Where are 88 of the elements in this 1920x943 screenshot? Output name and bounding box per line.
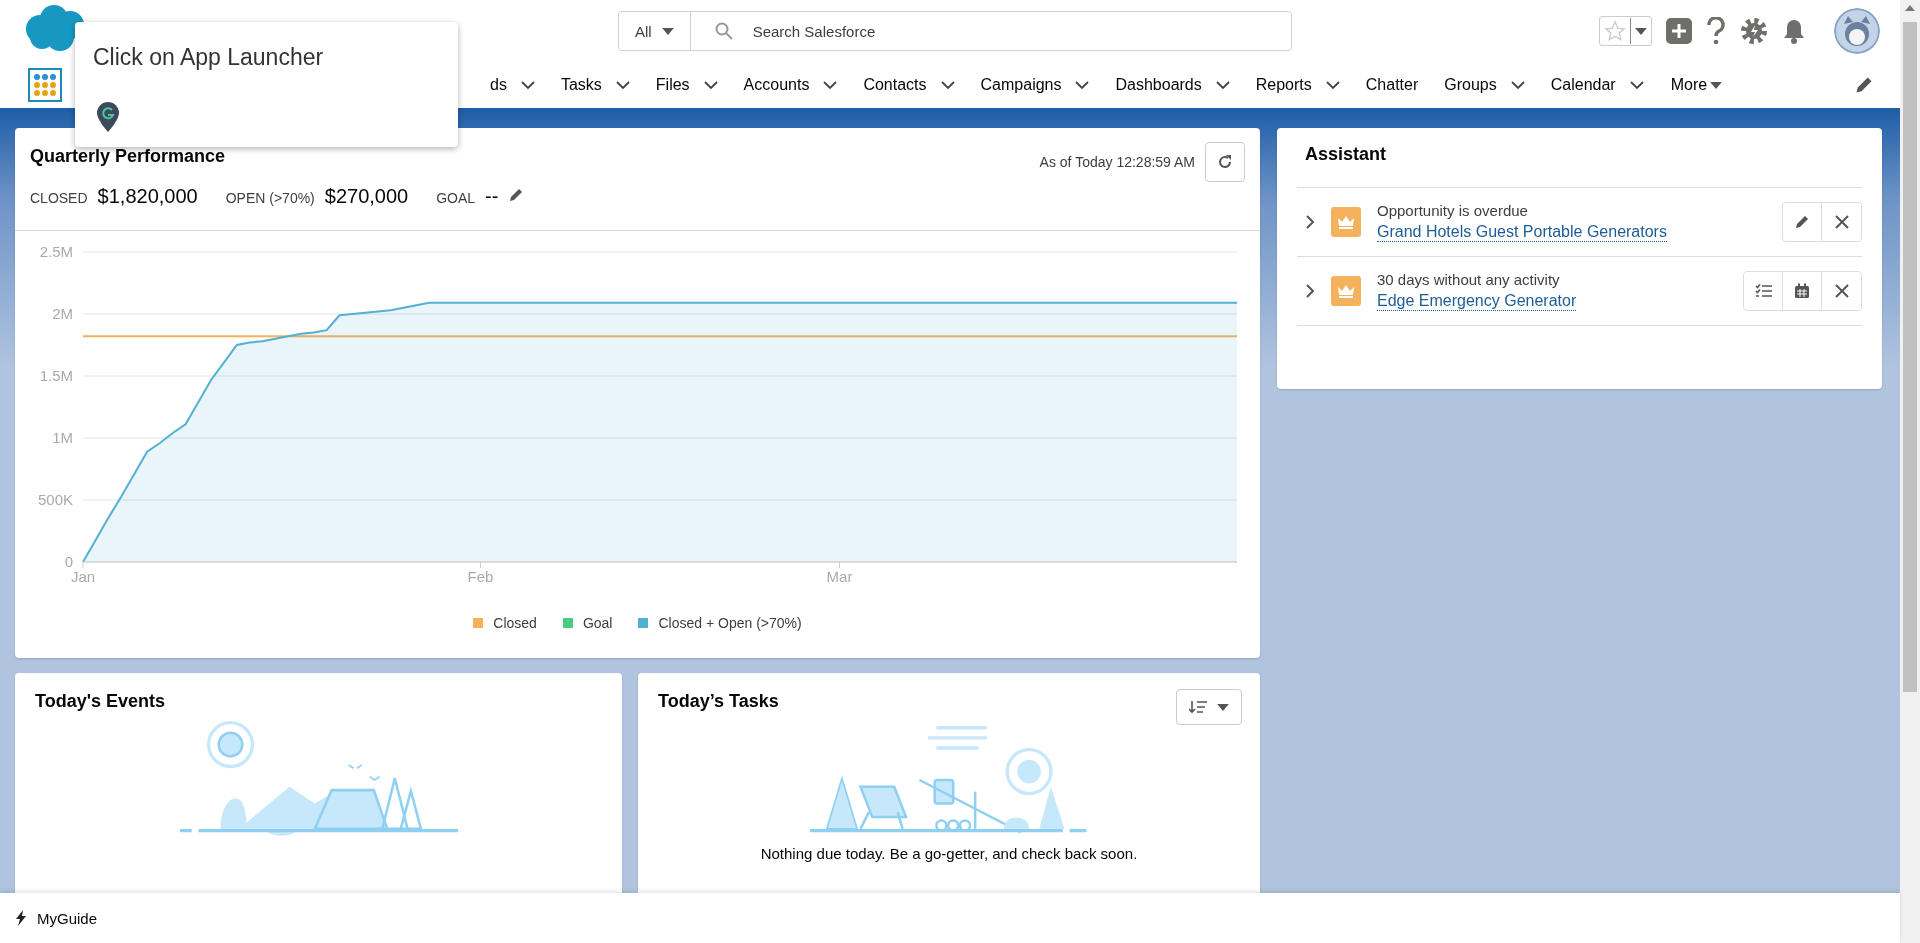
chevron-down-icon[interactable] bbox=[823, 80, 838, 90]
lightning-icon bbox=[15, 910, 27, 926]
refresh-button[interactable] bbox=[1205, 142, 1245, 182]
opportunity-link[interactable]: Grand Hotels Guest Portable Generators bbox=[1377, 223, 1667, 242]
nav-tab[interactable]: Dashboards bbox=[1102, 76, 1243, 94]
chevron-down-icon[interactable] bbox=[1075, 80, 1090, 90]
chevron-down-icon[interactable] bbox=[615, 80, 630, 90]
sort-icon bbox=[1189, 700, 1207, 714]
legend-label: Closed bbox=[493, 615, 537, 631]
help-icon[interactable] bbox=[1706, 17, 1726, 45]
star-icon[interactable] bbox=[1604, 20, 1626, 42]
insight-reason: Opportunity is overdue bbox=[1377, 202, 1528, 219]
search-bar[interactable]: All Search Salesforce bbox=[618, 11, 1292, 51]
metric-value: -- bbox=[485, 185, 499, 208]
search-scope-dropdown[interactable]: All bbox=[619, 12, 691, 50]
app-launcher-icon[interactable] bbox=[28, 68, 62, 102]
nav-tab[interactable]: Calendar bbox=[1537, 76, 1657, 94]
nav-tab[interactable]: Accounts bbox=[730, 76, 851, 94]
axis-label: Feb bbox=[467, 568, 494, 585]
search-field[interactable]: Search Salesforce bbox=[750, 21, 1291, 41]
insight-reason: 30 days without any activity bbox=[1377, 271, 1560, 288]
scroll-up-icon[interactable] bbox=[1905, 5, 1915, 11]
chevron-right-icon[interactable] bbox=[1305, 214, 1315, 230]
axis-label: 0 bbox=[64, 553, 73, 570]
empty-message: Nothing due today. Be a go-getter, and check back soon. bbox=[760, 845, 1138, 862]
bell-icon[interactable] bbox=[1782, 18, 1806, 44]
action-button[interactable] bbox=[1783, 203, 1822, 241]
refresh-icon bbox=[1217, 154, 1233, 170]
card-title: Quarterly Performance bbox=[30, 146, 227, 167]
chevron-down-icon[interactable] bbox=[1325, 80, 1340, 90]
myguide-label[interactable]: MyGuide bbox=[37, 909, 98, 927]
search-icon bbox=[714, 22, 733, 40]
chevron-down-icon[interactable] bbox=[703, 80, 718, 90]
timestamp: As of Today 12:28:59 AM bbox=[1039, 154, 1195, 170]
axis-label: Mar bbox=[826, 568, 853, 585]
axis-label: 500K bbox=[37, 491, 73, 508]
axis-label: 2M bbox=[52, 305, 73, 322]
chevron-down-icon[interactable] bbox=[520, 80, 535, 90]
metric-label: GOAL bbox=[436, 190, 476, 206]
chevron-down-icon[interactable] bbox=[1510, 80, 1525, 90]
metric-value: $270,000 bbox=[324, 185, 409, 208]
tooltip-title: Click on App Launcher bbox=[92, 43, 325, 71]
card-title: Today's Events bbox=[35, 691, 165, 713]
close-icon bbox=[1834, 284, 1849, 298]
legend-label: Closed + Open (>70%) bbox=[658, 615, 802, 631]
axis-label: Jan bbox=[70, 568, 96, 585]
close-icon bbox=[1834, 215, 1849, 229]
nav-tab[interactable]: Groups bbox=[1431, 76, 1538, 94]
axis-label: 1.5M bbox=[39, 367, 73, 384]
sort-button[interactable] bbox=[1176, 689, 1242, 725]
chevron-right-icon[interactable] bbox=[1305, 283, 1315, 299]
metric-value: $1,820,000 bbox=[97, 185, 198, 208]
caret-down-icon[interactable] bbox=[1217, 703, 1229, 711]
nav-tab[interactable]: Tasks bbox=[547, 76, 643, 94]
nav-tab[interactable]: Campaigns bbox=[967, 76, 1103, 94]
crown-icon bbox=[1331, 207, 1361, 237]
card-title: Assistant bbox=[1305, 144, 1388, 166]
pencil-icon[interactable] bbox=[1854, 75, 1874, 95]
plus-icon[interactable] bbox=[1666, 18, 1692, 44]
axis-label: 2.5M bbox=[39, 243, 73, 260]
avatar[interactable] bbox=[1834, 8, 1880, 54]
action-button[interactable] bbox=[1744, 272, 1783, 310]
calendar-icon bbox=[1794, 283, 1810, 299]
nav-tab[interactable]: Reports bbox=[1242, 76, 1353, 94]
pencil-icon[interactable] bbox=[508, 187, 525, 203]
pencil-icon bbox=[1794, 214, 1810, 230]
nav-tab[interactable]: Files bbox=[642, 76, 731, 94]
caret-down-icon[interactable] bbox=[1635, 27, 1647, 35]
caret-down-icon[interactable] bbox=[1710, 81, 1723, 89]
nav-tab[interactable]: ds bbox=[477, 76, 548, 94]
settings-icon[interactable] bbox=[1740, 17, 1768, 45]
metric-label: CLOSED bbox=[30, 190, 88, 206]
card-title: Today’s Tasks bbox=[658, 691, 779, 713]
map-pin-icon bbox=[97, 102, 119, 132]
checklist-icon bbox=[1754, 284, 1772, 298]
legend-label: Goal bbox=[582, 615, 613, 631]
axis-label: 1M bbox=[52, 429, 73, 446]
scrollbar[interactable] bbox=[1900, 0, 1920, 943]
chevron-down-icon[interactable] bbox=[1629, 80, 1644, 90]
caret-down-icon[interactable] bbox=[661, 27, 674, 35]
opportunity-link[interactable]: Edge Emergency Generator bbox=[1377, 292, 1577, 311]
crown-icon bbox=[1331, 276, 1361, 306]
chevron-down-icon[interactable] bbox=[1215, 80, 1230, 90]
chevron-down-icon[interactable] bbox=[940, 80, 955, 90]
nav-tab[interactable]: Contacts bbox=[850, 76, 968, 94]
metric-label: OPEN (>70%) bbox=[225, 190, 315, 206]
more-menu[interactable]: More bbox=[1664, 75, 1729, 95]
nav-tab[interactable]: Chatter bbox=[1352, 76, 1432, 94]
